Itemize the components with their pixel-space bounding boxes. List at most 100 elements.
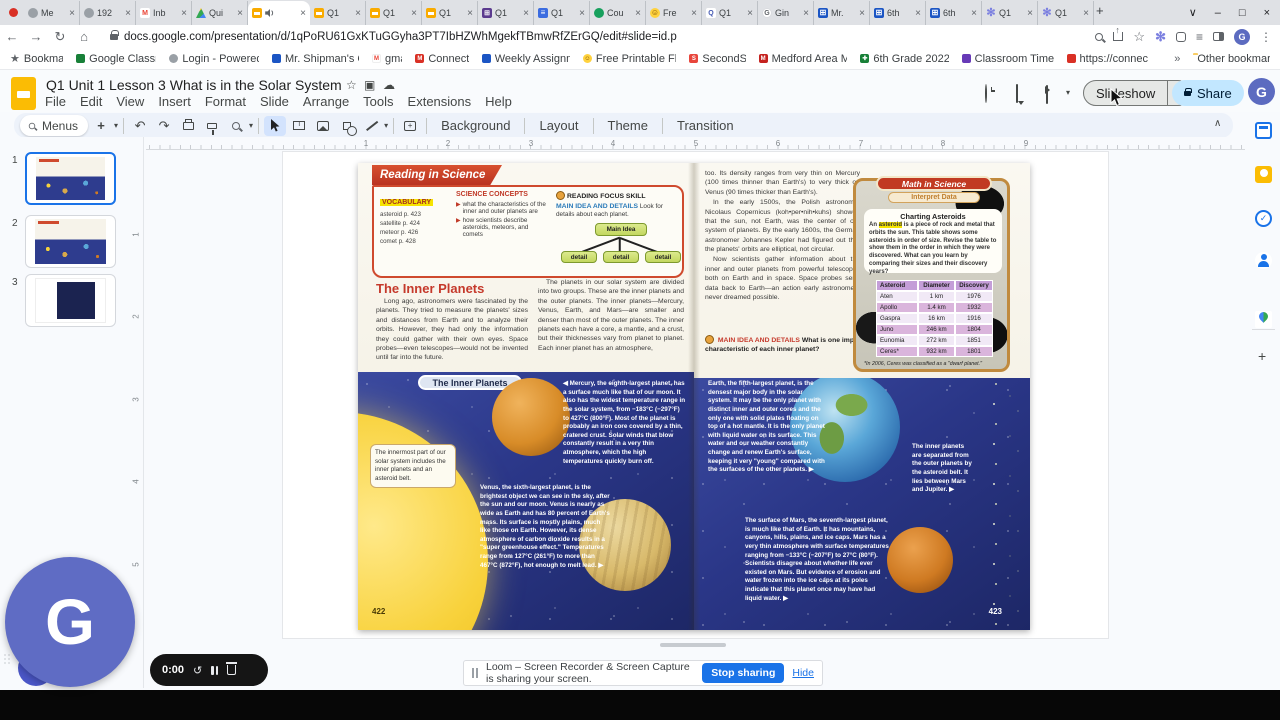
extensions-puzzle-icon[interactable] (1175, 31, 1186, 42)
browser-tab-active[interactable]: × (248, 1, 310, 25)
maps-icon[interactable] (1255, 311, 1272, 328)
insert-line-button[interactable] (360, 116, 382, 136)
reload-button[interactable]: ↻ (48, 29, 72, 45)
calendar-icon[interactable] (1255, 122, 1272, 139)
tab-close-icon[interactable]: × (181, 8, 187, 19)
tab-close-icon[interactable]: × (125, 8, 131, 19)
tab-close-icon[interactable]: × (69, 8, 75, 19)
browser-tab[interactable]: Cou × (590, 1, 646, 25)
menu-format[interactable]: Format (198, 93, 253, 110)
undo-button[interactable]: ↶ (129, 116, 151, 136)
tab-audio-icon[interactable] (265, 9, 275, 17)
bookmark-item[interactable]: SSecondStep (689, 53, 746, 65)
browser-tab[interactable]: Inb × (136, 1, 192, 25)
slide-canvas[interactable]: Reading in Science VOCABULARY asteroid p… (283, 152, 1108, 638)
profile-avatar[interactable]: G (1234, 28, 1250, 45)
bookmark-item[interactable]: ★Bookmarks (10, 52, 63, 66)
zoom-caret-icon[interactable]: ▾ (249, 121, 253, 130)
extension-asterisk-icon[interactable]: ✻ (1155, 29, 1166, 45)
menu-slide[interactable]: Slide (253, 93, 296, 110)
textbook-spread-image[interactable]: Reading in Science VOCABULARY asteroid p… (358, 163, 1030, 630)
menu-arrange[interactable]: Arrange (296, 93, 356, 110)
side-panel-icon[interactable] (1213, 32, 1224, 41)
drag-handle-icon[interactable] (3, 653, 11, 665)
browser-tab[interactable]: Q1 × (1038, 1, 1094, 25)
browser-tab[interactable]: Q1 × (534, 1, 590, 25)
share-page-icon[interactable] (1113, 25, 1124, 41)
document-title[interactable]: Q1 Unit 1 Lesson 3 What is in the Solar … (46, 77, 342, 93)
tab-close-icon[interactable]: × (467, 8, 473, 19)
tab-close-icon[interactable]: × (1027, 8, 1033, 19)
slide-thumbnail-1[interactable] (25, 152, 116, 205)
contacts-icon[interactable] (1255, 252, 1272, 269)
address-bar[interactable]: docs.google.com/presentation/d/1qPoRU61G… (124, 31, 1095, 43)
search-menus-button[interactable]: Menus (20, 115, 89, 136)
hide-banner-link[interactable]: Hide (792, 667, 814, 679)
insert-comment-button[interactable]: + (399, 116, 421, 136)
bookmarks-overflow-chevron[interactable]: » (1174, 53, 1180, 65)
horizontal-scrollbar[interactable] (660, 643, 726, 647)
pause-recording-icon[interactable] (211, 665, 219, 675)
minimize-button[interactable]: – (1215, 7, 1221, 19)
select-tool-button[interactable] (264, 115, 287, 136)
tab-close-icon[interactable]: × (747, 8, 753, 19)
browser-tab[interactable]: Gin × (758, 1, 814, 25)
redo-button[interactable]: ↷ (153, 116, 175, 136)
menu-help[interactable]: Help (478, 93, 519, 110)
restart-recording-icon[interactable]: ↺ (193, 664, 202, 677)
zoom-button[interactable] (225, 116, 247, 136)
paint-format-button[interactable] (201, 116, 223, 136)
bookmark-item[interactable]: ☺Free Printable Flash... (582, 53, 676, 65)
stop-sharing-button[interactable]: Stop sharing (702, 663, 785, 683)
tab-close-icon[interactable]: × (971, 8, 977, 19)
browser-tab[interactable]: 6th × (926, 1, 982, 25)
bookmark-item[interactable]: ✚6th Grade 2022-20... (860, 53, 949, 65)
text-box-button[interactable] (288, 116, 310, 136)
insert-image-button[interactable] (312, 116, 334, 136)
tab-close-icon[interactable]: × (579, 8, 585, 19)
browser-tab[interactable]: Q1 × (366, 1, 422, 25)
browser-menu-icon[interactable]: ⋮ (1260, 30, 1272, 44)
move-folder-icon[interactable]: ▣ (364, 78, 375, 92)
zoom-icon[interactable] (1095, 32, 1104, 41)
star-document-icon[interactable]: ☆ (346, 78, 357, 92)
print-button[interactable] (177, 116, 199, 136)
bookmark-item[interactable]: Classroom Timer by... (961, 53, 1054, 65)
tab-close-icon[interactable]: × (237, 8, 243, 19)
meet-camera-icon[interactable] (1046, 85, 1048, 104)
browser-tab[interactable]: Q1 × (982, 1, 1038, 25)
menu-file[interactable]: File (38, 93, 73, 110)
tab-close-icon[interactable]: × (411, 8, 417, 19)
tab-close-icon[interactable]: × (859, 8, 865, 19)
tab-search-icon[interactable]: ∨ (1189, 6, 1197, 19)
menu-insert[interactable]: Insert (151, 93, 198, 110)
browser-tab[interactable]: Q1 × (422, 1, 478, 25)
slides-logo-icon[interactable] (11, 77, 36, 110)
bookmark-item[interactable]: Google Classroom (76, 53, 156, 65)
get-addons-icon[interactable]: + (1258, 348, 1266, 364)
new-slide-caret-icon[interactable]: ▾ (114, 121, 118, 130)
browser-tab[interactable]: Mr. × (814, 1, 870, 25)
tab-close-icon[interactable]: × (1083, 8, 1089, 19)
menu-extensions[interactable]: Extensions (401, 93, 479, 110)
account-avatar[interactable]: G (1248, 78, 1275, 105)
keep-icon[interactable] (1255, 166, 1272, 183)
slideshow-label[interactable]: Slideshow (1084, 81, 1169, 105)
share-button[interactable]: Share (1172, 80, 1244, 106)
loom-camera-bubble[interactable]: G (5, 557, 135, 687)
menu-tools[interactable]: Tools (356, 93, 400, 110)
tab-close-icon[interactable]: × (523, 8, 529, 19)
browser-tab[interactable]: Q1 × (310, 1, 366, 25)
browser-tab[interactable]: Fre × (646, 1, 702, 25)
browser-tab[interactable]: 192 × (80, 1, 136, 25)
back-button[interactable]: ← (0, 29, 24, 44)
tasks-icon[interactable]: ✓ (1255, 210, 1272, 227)
menu-view[interactable]: View (109, 93, 151, 110)
tab-close-icon[interactable]: × (691, 8, 697, 19)
bookmark-item[interactable]: Weekly Assignments (481, 53, 570, 65)
background-button[interactable]: Background (432, 118, 519, 133)
meet-caret-icon[interactable]: ▾ (1066, 88, 1070, 97)
lock-icon[interactable] (110, 29, 119, 40)
hide-menus-chevron-icon[interactable]: ∧ (1214, 118, 1221, 129)
menu-edit[interactable]: Edit (73, 93, 109, 110)
